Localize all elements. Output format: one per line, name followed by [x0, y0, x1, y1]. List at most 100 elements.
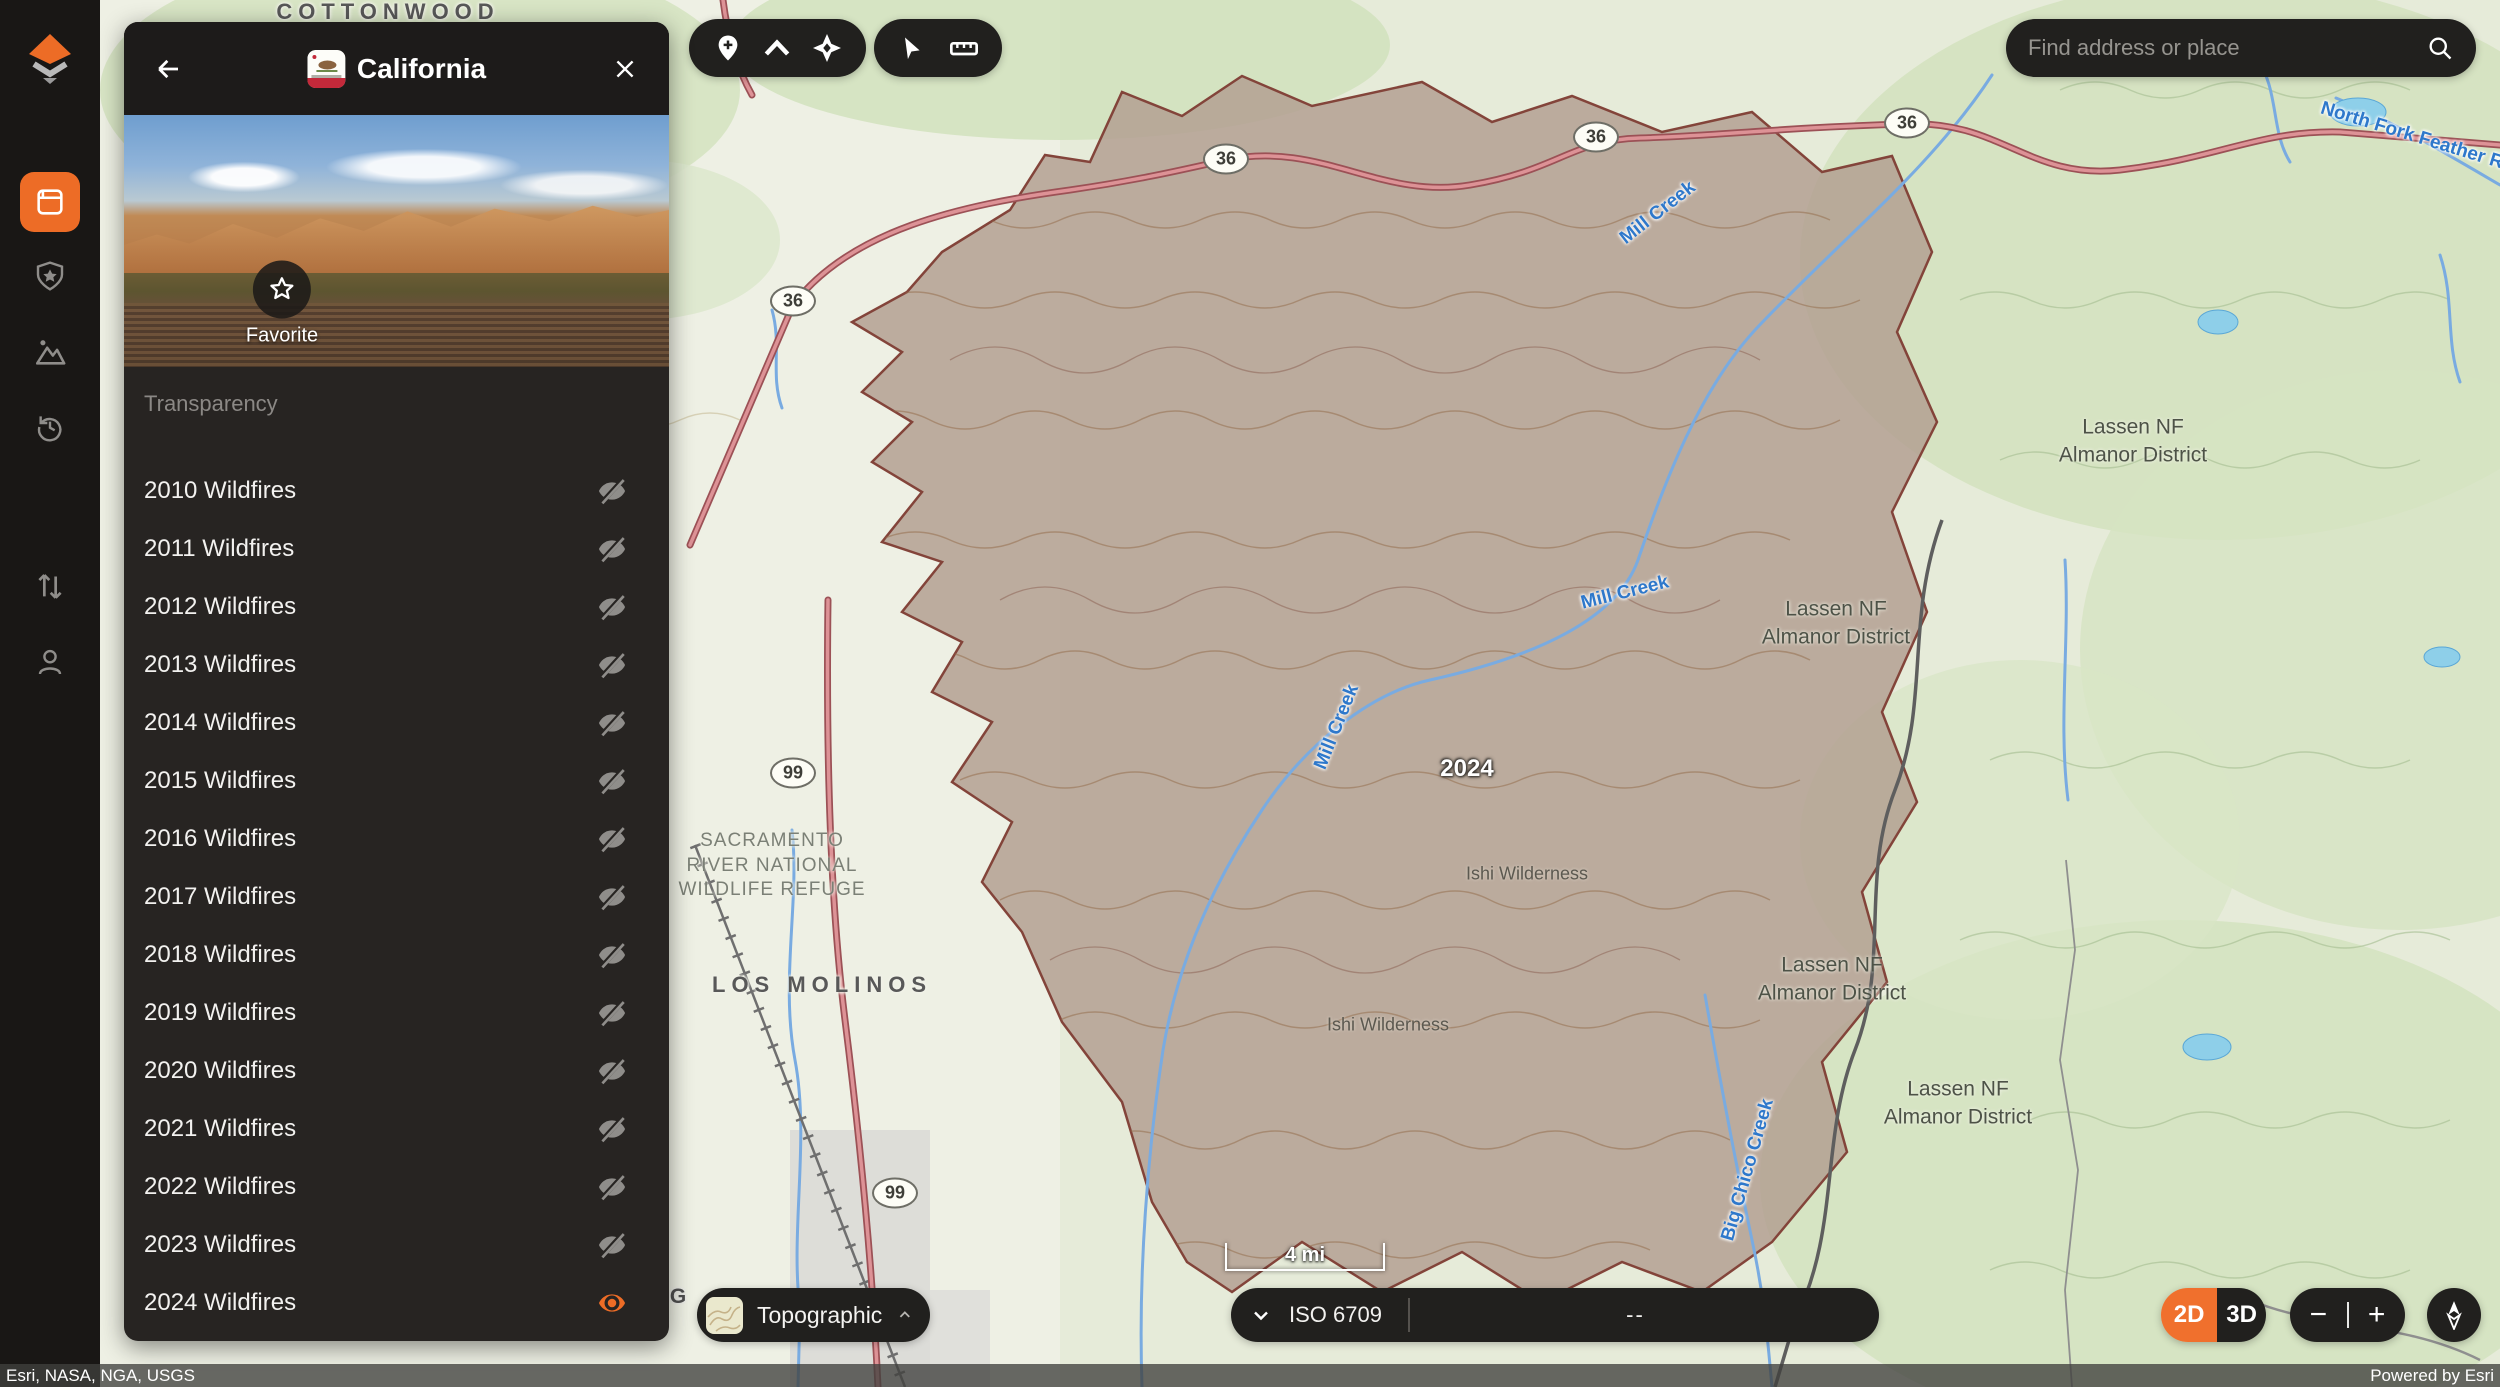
- powered-by-esri: Powered by Esri: [2370, 1366, 2494, 1386]
- search-input[interactable]: [2028, 35, 2426, 61]
- highway-shield: 36: [770, 286, 816, 317]
- person-icon: [34, 646, 66, 678]
- layer-row[interactable]: 2015 Wildfires: [124, 752, 669, 810]
- layer-panel: California Favorite Transparency 2010 Wi…: [124, 22, 669, 1341]
- panel-header: California: [124, 22, 669, 115]
- mountains-icon: [33, 335, 67, 369]
- zoom-controls: − +: [2290, 1288, 2405, 1342]
- layer-label: 2023 Wildfires: [144, 1231, 296, 1259]
- visibility-off-icon[interactable]: [595, 648, 629, 682]
- sidebar-item-layers[interactable]: [20, 172, 80, 232]
- measure-button[interactable]: [942, 26, 986, 70]
- chevron-up-icon: [896, 1304, 914, 1326]
- layer-label: 2010 Wildfires: [144, 477, 296, 505]
- layer-label: 2019 Wildfires: [144, 999, 296, 1027]
- draw-route-button[interactable]: [755, 26, 799, 70]
- layer-label: 2013 Wildfires: [144, 651, 296, 679]
- layer-row[interactable]: 2016 Wildfires: [124, 810, 669, 868]
- visibility-off-icon[interactable]: [595, 590, 629, 624]
- layer-row[interactable]: 2018 Wildfires: [124, 926, 669, 984]
- add-waypoint-button[interactable]: [706, 26, 750, 70]
- select-measure-toolbar: [874, 19, 1002, 77]
- layer-label: 2014 Wildfires: [144, 709, 296, 737]
- attribution-bar: Esri, NASA, NGA, USGS Powered by Esri: [0, 1364, 2500, 1387]
- layer-row[interactable]: 2011 Wildfires: [124, 520, 669, 578]
- basemap-thumbnail: [706, 1297, 743, 1334]
- layer-row[interactable]: 2024 Wildfires: [124, 1274, 669, 1332]
- divider: [2347, 1302, 2349, 1328]
- pin-plus-icon: [713, 33, 743, 63]
- zoom-out-button[interactable]: −: [2310, 1300, 2328, 1330]
- close-icon: [612, 56, 638, 82]
- visibility-off-icon[interactable]: [595, 1054, 629, 1088]
- notebook-icon: [33, 185, 67, 219]
- basemap-label: Topographic: [757, 1302, 882, 1329]
- select-cursor-button[interactable]: [890, 26, 934, 70]
- scale-bar-label: 4 mi: [1285, 1245, 1325, 1269]
- highway-shield: 99: [770, 758, 816, 789]
- layer-label: 2017 Wildfires: [144, 883, 296, 911]
- coordinate-bar: ISO 6709 --: [1231, 1288, 1879, 1342]
- visibility-on-icon[interactable]: [595, 1286, 629, 1320]
- star-icon: [267, 275, 297, 305]
- attribution-sources: Esri, NASA, NGA, USGS: [6, 1366, 195, 1386]
- favorite-button[interactable]: Favorite: [246, 261, 318, 348]
- back-arrow-icon: [153, 54, 183, 84]
- layer-row[interactable]: 2017 Wildfires: [124, 868, 669, 926]
- visibility-off-icon[interactable]: [595, 532, 629, 566]
- sidebar-item-account[interactable]: [34, 646, 66, 678]
- layer-label: 2022 Wildfires: [144, 1173, 296, 1201]
- highway-shield: 36: [1884, 108, 1930, 139]
- layer-row[interactable]: 2020 Wildfires: [124, 1042, 669, 1100]
- layer-label: 2012 Wildfires: [144, 593, 296, 621]
- layer-label: 2011 Wildfires: [144, 535, 294, 563]
- favorite-label: Favorite: [246, 325, 318, 348]
- visibility-off-icon[interactable]: [595, 938, 629, 972]
- sidebar-item-transfer[interactable]: [33, 568, 67, 602]
- visibility-off-icon[interactable]: [595, 822, 629, 856]
- scale-bar: 4 mi: [1225, 1243, 1385, 1271]
- visibility-off-icon[interactable]: [595, 1112, 629, 1146]
- chevron-down-icon[interactable]: [1249, 1303, 1273, 1327]
- search-icon[interactable]: [2426, 34, 2454, 62]
- california-flag-icon: [307, 50, 345, 88]
- cursor-icon: [898, 34, 926, 62]
- zoom-in-button[interactable]: +: [2368, 1300, 2386, 1330]
- highway-shield: 36: [1203, 144, 1249, 175]
- 2d-button[interactable]: 2D: [2161, 1288, 2217, 1342]
- sidebar-item-terrain[interactable]: [33, 335, 67, 369]
- transparency-label: Transparency: [144, 391, 669, 417]
- layer-row[interactable]: 2023 Wildfires: [124, 1216, 669, 1274]
- compass-needle-icon: [2441, 1300, 2467, 1330]
- app-sidebar-rail: [0, 0, 100, 1387]
- guide-navigation-button[interactable]: [805, 26, 849, 70]
- visibility-off-icon[interactable]: [595, 1170, 629, 1204]
- layer-label: 2024 Wildfires: [144, 1289, 296, 1317]
- layer-row[interactable]: 2010 Wildfires: [124, 462, 669, 520]
- visibility-off-icon[interactable]: [595, 764, 629, 798]
- search-bar: [2006, 19, 2476, 77]
- layer-row[interactable]: 2021 Wildfires: [124, 1100, 669, 1158]
- close-button[interactable]: [595, 39, 655, 99]
- basemap-selector[interactable]: Topographic: [697, 1288, 930, 1342]
- shield-star-icon: [34, 260, 66, 292]
- layer-row[interactable]: 2013 Wildfires: [124, 636, 669, 694]
- coordinate-format-label[interactable]: ISO 6709: [1289, 1302, 1382, 1328]
- back-button[interactable]: [138, 39, 198, 99]
- 2d-3d-toggle: 2D 3D: [2161, 1288, 2266, 1342]
- visibility-off-icon[interactable]: [595, 996, 629, 1030]
- app-logo[interactable]: [26, 32, 74, 84]
- panel-title: California: [357, 53, 486, 85]
- layer-row[interactable]: 2014 Wildfires: [124, 694, 669, 752]
- compass-button[interactable]: [2427, 1288, 2481, 1342]
- visibility-off-icon[interactable]: [595, 880, 629, 914]
- layer-row[interactable]: 2019 Wildfires: [124, 984, 669, 1042]
- layer-row[interactable]: 2012 Wildfires: [124, 578, 669, 636]
- visibility-off-icon[interactable]: [595, 474, 629, 508]
- sidebar-item-saved[interactable]: [34, 260, 66, 292]
- layer-list: 2010 Wildfires 2011 Wildfires 2012 Wildfir…: [124, 462, 669, 1332]
- sidebar-item-history[interactable]: [34, 411, 66, 443]
- layer-row[interactable]: 2022 Wildfires: [124, 1158, 669, 1216]
- visibility-off-icon[interactable]: [595, 706, 629, 740]
- visibility-off-icon[interactable]: [595, 1228, 629, 1262]
